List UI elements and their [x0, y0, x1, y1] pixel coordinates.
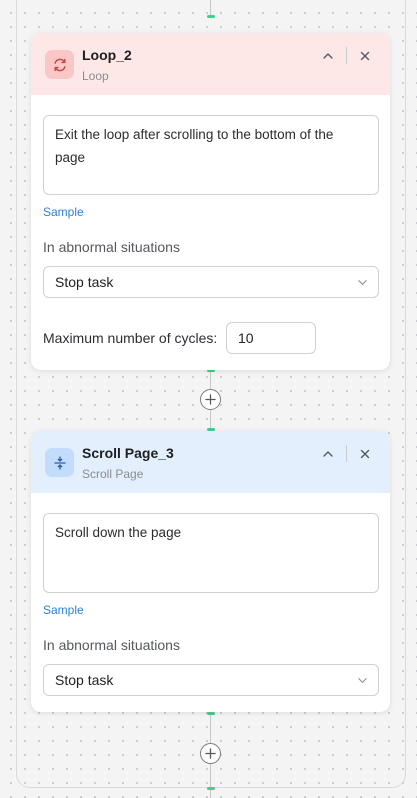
node-type-label: Loop — [82, 69, 109, 83]
collapse-button[interactable] — [319, 47, 337, 65]
node-title: Loop_2 — [82, 47, 132, 63]
chevron-up-icon — [323, 53, 333, 59]
scroll-page-icon-badge — [45, 448, 74, 477]
header-divider — [346, 445, 347, 462]
sample-link[interactable]: Sample — [43, 603, 84, 617]
close-icon — [360, 449, 370, 459]
sample-link[interactable]: Sample — [43, 205, 84, 219]
plus-icon — [205, 394, 216, 405]
node-title: Scroll Page_3 — [82, 445, 174, 461]
scroll-page-node-card[interactable]: Scroll Page_3 Scroll Page Scroll down th… — [31, 431, 390, 712]
close-button[interactable] — [356, 47, 374, 65]
plus-icon — [205, 748, 216, 759]
node-description-input[interactable]: Scroll down the page — [43, 513, 379, 593]
max-cycles-label: Maximum number of cycles: — [43, 330, 218, 346]
connector-port — [206, 15, 215, 18]
collapse-button[interactable] — [319, 445, 337, 463]
chevron-up-icon — [323, 451, 333, 457]
connector-port — [206, 712, 215, 715]
abnormal-action-select[interactable]: Stop task — [43, 664, 379, 696]
loop-icon-badge — [45, 50, 74, 79]
add-step-button[interactable] — [200, 389, 221, 410]
close-button[interactable] — [356, 445, 374, 463]
chevron-down-icon — [358, 678, 367, 683]
abnormal-action-select[interactable]: Stop task — [43, 266, 379, 298]
abnormal-situations-label: In abnormal situations — [43, 637, 180, 653]
abnormal-action-value: Stop task — [55, 274, 114, 290]
node-header[interactable]: Scroll Page_3 Scroll Page — [31, 431, 390, 493]
node-header[interactable]: Loop_2 Loop — [31, 33, 390, 95]
add-step-button[interactable] — [200, 743, 221, 764]
node-description-input[interactable]: Exit the loop after scrolling to the bot… — [43, 115, 379, 195]
loop-icon — [54, 58, 65, 71]
header-divider — [346, 47, 347, 64]
scroll-page-icon — [53, 455, 66, 470]
node-type-label: Scroll Page — [82, 467, 144, 481]
max-cycles-input[interactable]: 10 — [226, 322, 316, 354]
loop-node-card[interactable]: Loop_2 Loop Exit the loop after scrollin… — [31, 33, 390, 370]
close-icon — [360, 51, 370, 61]
abnormal-situations-label: In abnormal situations — [43, 239, 180, 255]
chevron-down-icon — [358, 280, 367, 285]
abnormal-action-value: Stop task — [55, 672, 114, 688]
connector-port — [206, 787, 215, 790]
